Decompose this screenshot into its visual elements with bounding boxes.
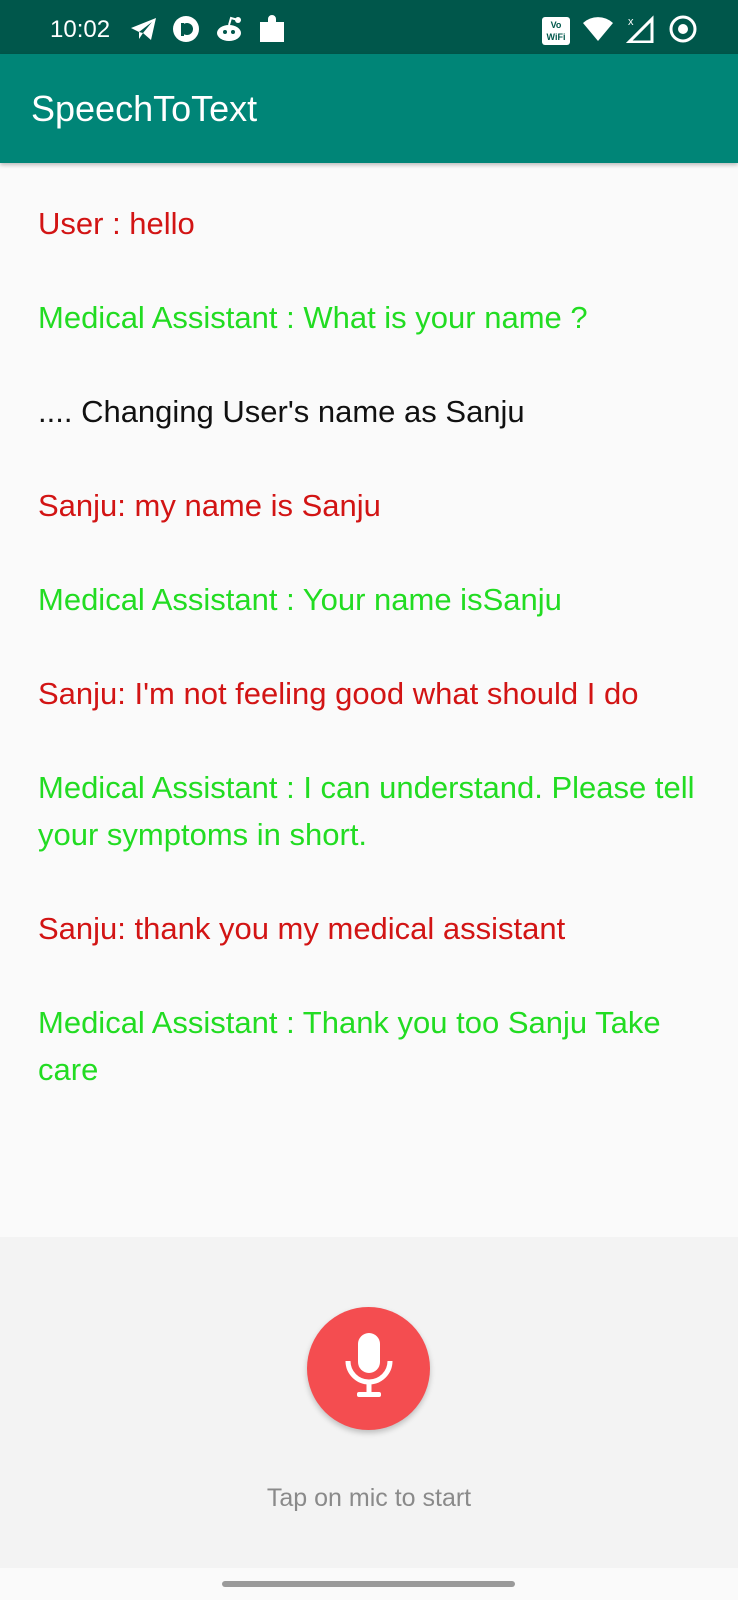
telegram-icon: [130, 17, 158, 46]
app-title: SpeechToText: [31, 88, 258, 129]
notification-icons: [130, 14, 286, 48]
message-assistant: Medical Assistant : What is your name ?: [38, 300, 588, 335]
message-user: User : hello: [38, 206, 195, 241]
message-user: Sanju: thank you my medical assistant: [38, 911, 566, 946]
conversation-list: User : hello Medical Assistant : What is …: [38, 200, 708, 1140]
mic-panel: Tap on mic to start: [0, 1237, 738, 1568]
puzzle-icon: [258, 14, 286, 49]
app-bar: SpeechToText: [0, 54, 738, 163]
vowifi-icon: Vo WiFi: [542, 17, 570, 45]
message-assistant: Medical Assistant : Thank you too Sanju …: [38, 1005, 661, 1087]
sync-icon: [668, 14, 698, 49]
message-system: .... Changing User's name as Sanju: [38, 394, 525, 429]
vowifi-label-top: Vo: [550, 20, 562, 30]
system-icons: Vo WiFi x: [542, 14, 698, 48]
mobile-signal-icon: x: [625, 14, 656, 48]
message-assistant: Medical Assistant : I can understand. Pl…: [38, 770, 695, 852]
message-user: Sanju: I'm not feeling good what should …: [38, 676, 639, 711]
pocket-casts-icon: [172, 15, 200, 48]
message-user: Sanju: my name is Sanju: [38, 488, 381, 523]
status-bar: 10:02 Vo WiFi x: [0, 0, 738, 54]
mic-button[interactable]: [307, 1307, 430, 1430]
microphone-icon: [343, 1331, 395, 1406]
reddit-icon: [214, 15, 244, 48]
home-indicator[interactable]: [222, 1581, 515, 1587]
status-time: 10:02: [50, 16, 111, 43]
message-assistant: Medical Assistant : Your name isSanju: [38, 582, 562, 617]
svg-text:x: x: [628, 16, 634, 28]
navigation-bar: [0, 1568, 738, 1600]
vowifi-label-bottom: WiFi: [546, 32, 566, 42]
wifi-icon: [582, 16, 614, 47]
mic-hint: Tap on mic to start: [266, 1484, 472, 1512]
